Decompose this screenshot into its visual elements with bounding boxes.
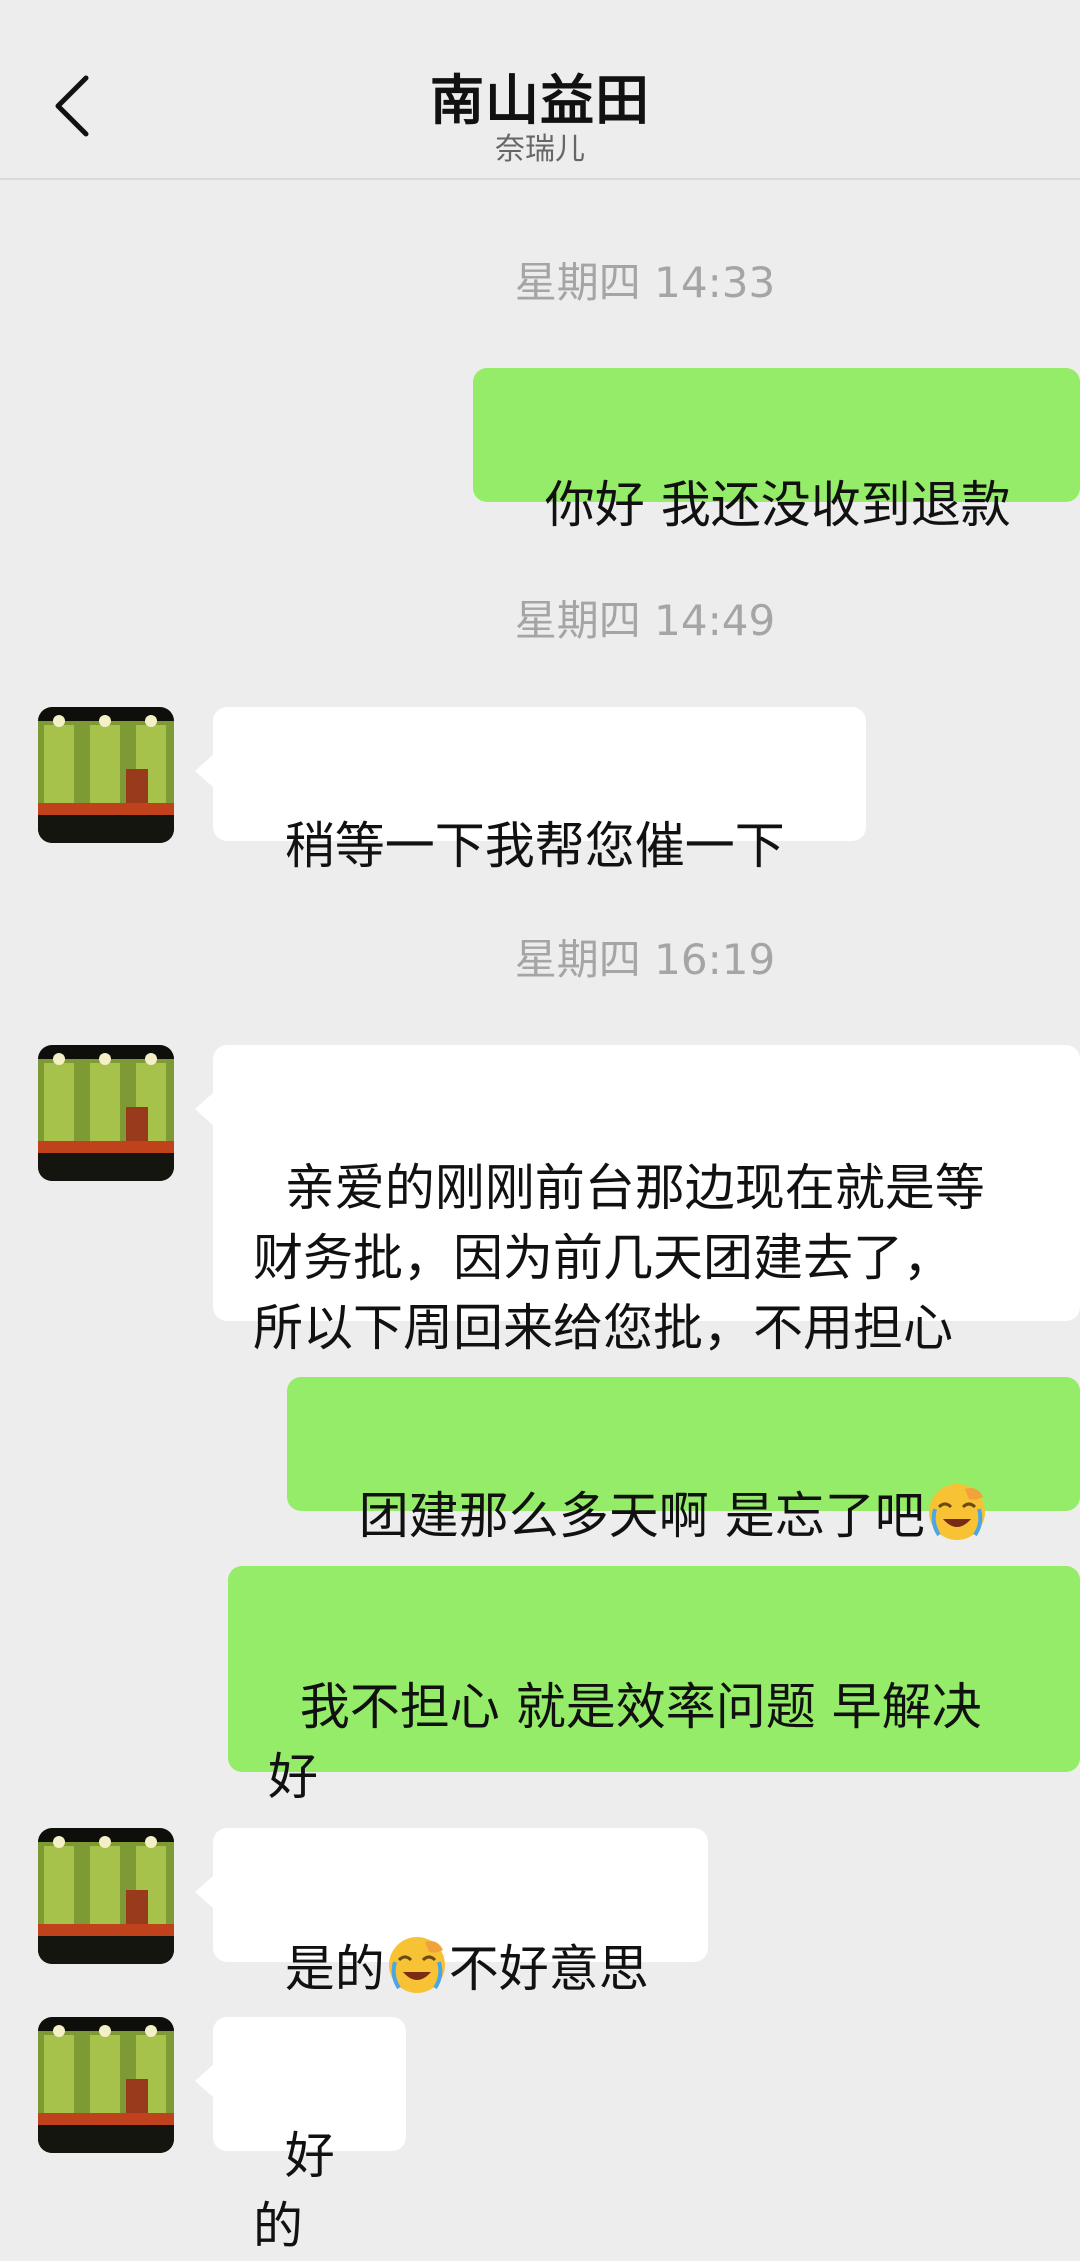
message-text: 我不担心 就是效率问题 早解决 好: [268, 1678, 982, 1806]
incoming-message-bubble[interactable]: 亲爱的刚刚前台那边现在就是等 财务批，因为前几天团建去了， 所以下周回来给您批，…: [195, 1045, 1080, 1357]
contact-avatar[interactable]: [38, 1045, 174, 1181]
message-text: 是的: [284, 1940, 385, 1998]
message-text: 稍等一下我帮您催一下: [284, 817, 785, 875]
timestamp: 星期四 14:49: [514, 596, 776, 645]
timestamp: 星期四 16:19: [514, 935, 776, 984]
avatar-image: [38, 1045, 174, 1181]
contact-avatar[interactable]: [38, 2017, 174, 2153]
outgoing-message-bubble[interactable]: 你好 我还没收到退款: [473, 368, 1080, 534]
message-text: 不好意思: [448, 1940, 649, 1998]
message-text: 亲爱的刚刚前台那边现在就是等 财务批，因为前几天团建去了， 所以下周回来给您批，…: [253, 1159, 985, 1357]
contact-avatar[interactable]: [38, 1828, 174, 1964]
avatar-image: [38, 2017, 174, 2153]
avatar-image: [38, 1828, 174, 1964]
incoming-message-bubble[interactable]: 稍等一下我帮您催一下: [195, 707, 866, 875]
chat-subtitle: 奈瑞儿: [495, 132, 585, 167]
message-text: 团建那么多天啊 是忘了吧: [358, 1487, 925, 1545]
outgoing-message-bubble[interactable]: 团建那么多天啊 是忘了吧: [287, 1377, 1080, 1545]
outgoing-message-bubble[interactable]: 我不担心 就是效率问题 早解决 好: [228, 1566, 1080, 1806]
message-text: 好的: [253, 2127, 335, 2255]
message-text: 你好 我还没收到退款: [544, 476, 1011, 534]
facepalm-laugh-emoji: [925, 1479, 989, 1543]
facepalm-laugh-emoji: [385, 1932, 449, 1996]
contact-avatar[interactable]: [38, 707, 174, 843]
avatar-image: [38, 707, 174, 843]
timestamp: 星期四 14:33: [514, 258, 776, 307]
chat-header: 南山益田 奈瑞儿: [0, 0, 1080, 180]
incoming-message-bubble[interactable]: 是的 不好意思: [195, 1828, 708, 1998]
incoming-message-bubble[interactable]: 好的: [195, 2017, 406, 2255]
